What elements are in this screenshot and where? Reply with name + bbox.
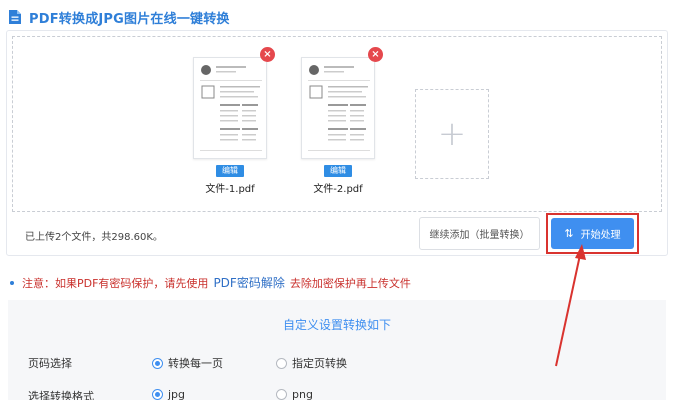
radio-format-png[interactable]: png: [276, 388, 313, 400]
drop-zone[interactable]: × 编辑 文件-1.pdf × 编辑 文件-2.pdf +: [12, 36, 662, 212]
upload-summary: 已上传2个文件，共298.60K。: [25, 232, 163, 243]
radio-format-jpg[interactable]: jpg: [152, 388, 185, 400]
pdf-page-preview: [308, 65, 370, 151]
delete-file-icon[interactable]: ×: [260, 47, 275, 62]
radio-convert-every-page[interactable]: 转换每一页: [152, 355, 223, 371]
radio-checked-icon: [152, 357, 163, 369]
radio-specified-pages[interactable]: 指定页转换: [276, 355, 347, 371]
add-file-button[interactable]: +: [415, 89, 489, 179]
upload-panel: × 编辑 文件-1.pdf × 编辑 文件-2.pdf + 已上传2个文件，共2…: [6, 30, 668, 256]
plus-icon: +: [437, 114, 467, 154]
settings-panel: 自定义设置转换如下 页码选择 转换每一页 指定页转换 选择转换格式 jpg pn…: [8, 300, 666, 400]
radio-unchecked-icon: [276, 389, 287, 400]
start-button-highlight: ⇅ 开始处理: [546, 213, 639, 254]
radio-unchecked-icon: [276, 357, 287, 369]
page-select-label: 页码选择: [28, 357, 72, 370]
notice-prefix: 注意：如果PDF有密码保护，请先使用: [22, 276, 209, 290]
edit-file-button[interactable]: 编辑: [324, 165, 352, 177]
delete-file-icon[interactable]: ×: [368, 47, 383, 62]
pdf-password-remove-link[interactable]: PDF密码解除: [213, 274, 284, 291]
start-process-button[interactable]: ⇅ 开始处理: [551, 218, 634, 249]
pdf-page-preview: [200, 65, 262, 151]
format-select-label: 选择转换格式: [28, 390, 94, 400]
password-notice: 注意：如果PDF有密码保护，请先使用 PDF密码解除 去除加密保护再上传文件: [10, 274, 411, 291]
file-name: 文件-1.pdf: [205, 184, 255, 195]
radio-label: 转换每一页: [168, 357, 223, 370]
file-card[interactable]: × 编辑 文件-1.pdf: [193, 47, 275, 195]
page-title: PDF转换成JPG图片在线一键转换: [29, 11, 230, 27]
edit-file-button[interactable]: 编辑: [216, 165, 244, 177]
notice-suffix: 去除加密保护再上传文件: [289, 276, 411, 290]
file-thumbnail[interactable]: [193, 57, 267, 159]
document-icon: [9, 10, 21, 24]
file-name: 文件-2.pdf: [313, 184, 363, 195]
radio-checked-icon: [152, 389, 163, 400]
file-thumbnail[interactable]: [301, 57, 375, 159]
swap-icon: ⇅: [564, 227, 574, 240]
start-button-label: 开始处理: [580, 230, 621, 241]
settings-title: 自定义设置转换如下: [282, 318, 391, 332]
radio-label: 指定页转换: [292, 357, 347, 370]
continue-add-button[interactable]: 继续添加（批量转换）: [419, 217, 540, 250]
page-header: PDF转换成JPG图片在线一键转换: [8, 6, 230, 28]
bullet-icon: [10, 280, 14, 285]
file-card[interactable]: × 编辑 文件-2.pdf: [301, 47, 383, 195]
radio-label: png: [292, 388, 313, 400]
radio-label: jpg: [168, 388, 186, 400]
